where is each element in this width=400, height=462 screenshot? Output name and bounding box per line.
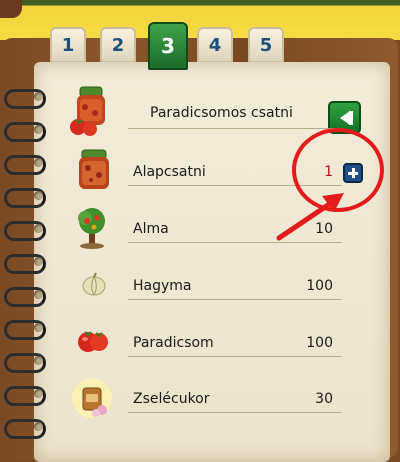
annotation-arrow <box>276 193 344 241</box>
